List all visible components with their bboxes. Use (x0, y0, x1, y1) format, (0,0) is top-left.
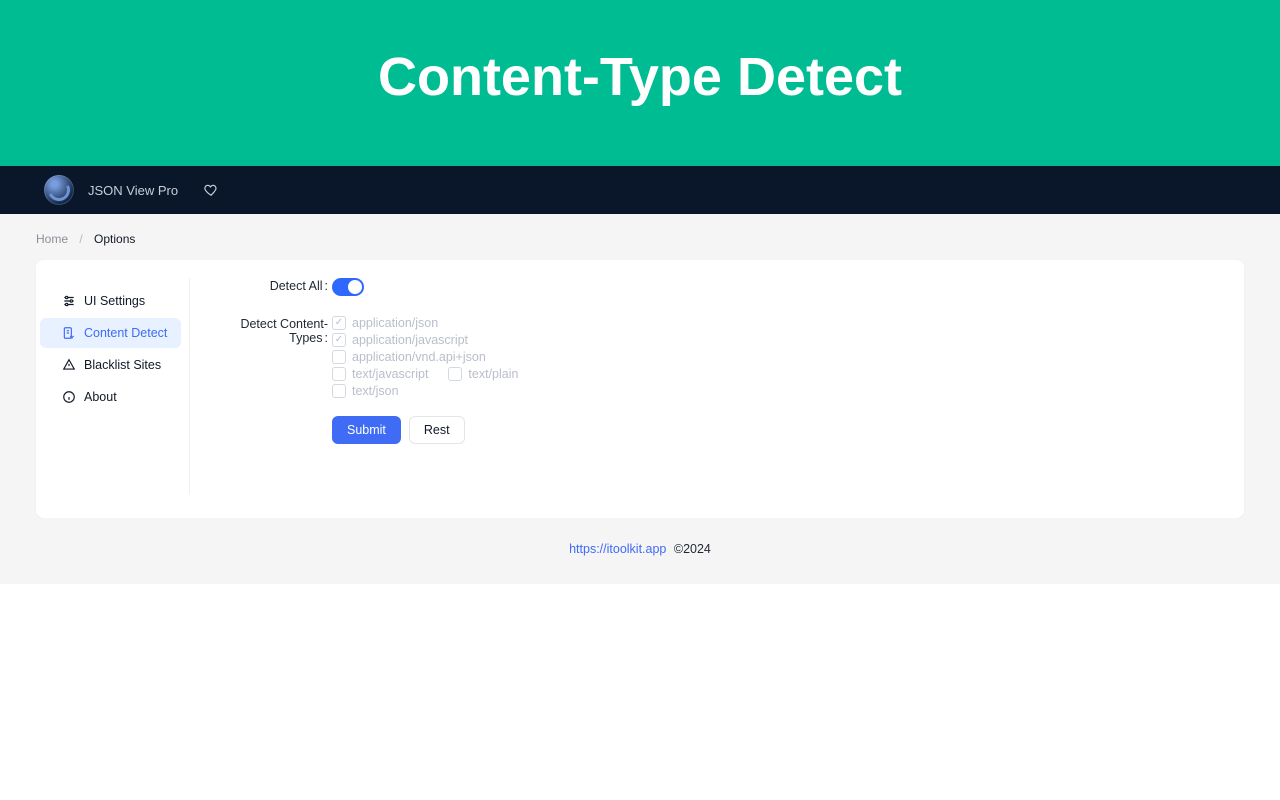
breadcrumb-home[interactable]: Home (36, 232, 68, 246)
content-type-option: application/vnd.api+json (352, 350, 486, 364)
sidebar-item-label: Content Detect (84, 326, 167, 340)
sidebar-item-label: Blacklist Sites (84, 358, 161, 372)
content-type-option: text/javascript (352, 367, 428, 381)
submit-button[interactable]: Submit (332, 416, 401, 444)
app-logo-icon (44, 175, 74, 205)
heart-icon[interactable] (204, 183, 218, 197)
checkbox[interactable] (332, 333, 346, 347)
breadcrumb-separator: / (79, 232, 82, 246)
hero-banner: Content-Type Detect (0, 0, 1280, 166)
content-types-group: application/json application/javascript … (332, 316, 518, 444)
detect-all-toggle[interactable] (332, 278, 364, 296)
sidebar-item-label: About (84, 390, 117, 404)
checkbox[interactable] (332, 350, 346, 364)
content-type-option: application/json (352, 316, 438, 330)
page-title: Content-Type Detect (0, 46, 1280, 108)
checkbox[interactable] (332, 384, 346, 398)
checkbox[interactable] (448, 367, 462, 381)
app-name: JSON View Pro (88, 183, 178, 198)
sidebar: UI Settings Content Detect Blacklist Sit… (36, 278, 190, 494)
topbar: JSON View Pro (0, 166, 1280, 214)
checkbox[interactable] (332, 367, 346, 381)
footer: https://itoolkit.app ©2024 (36, 518, 1244, 556)
sidebar-item-about[interactable]: About (40, 382, 181, 412)
sidebar-item-blacklist-sites[interactable]: Blacklist Sites (40, 350, 181, 380)
breadcrumb: Home / Options (36, 232, 1244, 246)
page-body: Home / Options UI Settings Content Detec… (0, 214, 1280, 584)
options-card: UI Settings Content Detect Blacklist Sit… (36, 260, 1244, 518)
sidebar-item-label: UI Settings (84, 294, 145, 308)
sidebar-item-ui-settings[interactable]: UI Settings (40, 286, 181, 316)
detect-all-label: Detect All (208, 278, 328, 293)
sidebar-item-content-detect[interactable]: Content Detect (40, 318, 181, 348)
footer-copyright: ©2024 (674, 542, 711, 556)
content-type-option: application/javascript (352, 333, 468, 347)
content-type-option: text/plain (468, 367, 518, 381)
form-content: Detect All Detect Content-Types applicat… (194, 278, 1244, 494)
breadcrumb-current: Options (94, 232, 135, 246)
detect-content-types-label: Detect Content-Types (208, 316, 328, 345)
reset-button[interactable]: Rest (409, 416, 465, 444)
checkbox[interactable] (332, 316, 346, 330)
footer-link[interactable]: https://itoolkit.app (569, 542, 666, 556)
content-type-option: text/json (352, 384, 399, 398)
